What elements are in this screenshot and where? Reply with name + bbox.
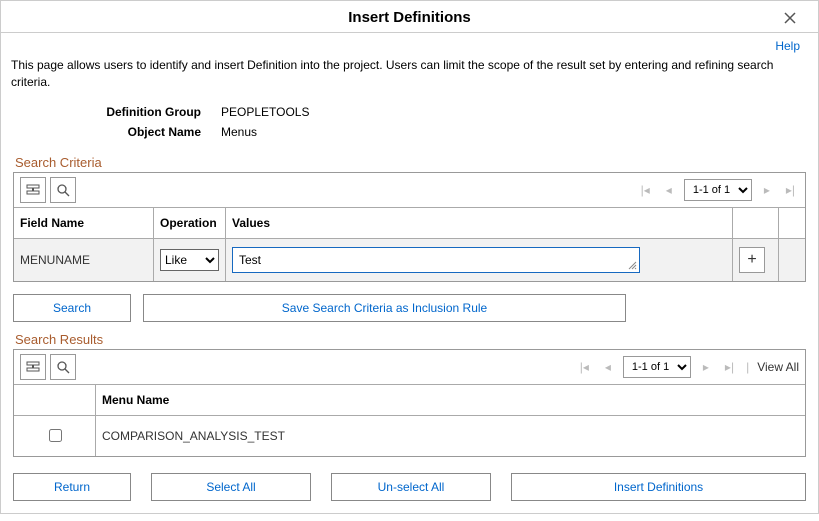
search-results-grid: |◂ ◂ 1-1 of 1 ▸ ▸| | View All Menu Name … [13, 349, 806, 457]
return-button[interactable]: Return [13, 473, 131, 501]
result-row-checkbox[interactable] [49, 429, 62, 442]
divider: | [746, 360, 749, 374]
results-row: COMPARISON_ANALYSIS_TEST [14, 416, 805, 456]
prev-page-icon[interactable]: ◂ [662, 183, 676, 197]
search-criteria-title: Search Criteria [1, 145, 818, 172]
definition-group-label: Definition Group [1, 105, 221, 119]
definition-group-value: PEOPLETOOLS [221, 105, 309, 119]
results-toolbar: |◂ ◂ 1-1 of 1 ▸ ▸| | View All [14, 350, 805, 385]
help-link[interactable]: Help [775, 39, 800, 53]
last-page-icon[interactable]: ▸| [721, 360, 738, 374]
criteria-field-name: MENUNAME [14, 239, 154, 281]
results-header-row: Menu Name [14, 385, 805, 416]
page-description: This page allows users to identify and i… [1, 55, 818, 105]
object-name-value: Menus [221, 125, 257, 139]
criteria-header-add [733, 208, 779, 238]
add-row-button[interactable]: + [739, 247, 765, 273]
object-name-label: Object Name [1, 125, 221, 139]
last-page-icon[interactable]: ▸| [782, 183, 799, 197]
values-input[interactable] [232, 247, 640, 273]
modal-header: Insert Definitions [1, 1, 818, 33]
next-page-icon[interactable]: ▸ [699, 360, 713, 374]
first-page-icon[interactable]: |◂ [637, 183, 654, 197]
select-all-button[interactable]: Select All [151, 473, 311, 501]
find-icon[interactable] [50, 354, 76, 380]
insert-definitions-button[interactable]: Insert Definitions [511, 473, 806, 501]
search-criteria-grid: |◂ ◂ 1-1 of 1 ▸ ▸| Field Name Operation … [13, 172, 806, 282]
object-name-row: Object Name Menus [1, 125, 818, 139]
next-page-icon[interactable]: ▸ [760, 183, 774, 197]
criteria-header-operation: Operation [154, 208, 226, 238]
criteria-header-field: Field Name [14, 208, 154, 238]
insert-definitions-modal: Insert Definitions Help This page allows… [0, 0, 819, 514]
find-icon[interactable] [50, 177, 76, 203]
close-icon[interactable] [784, 11, 796, 27]
unselect-all-button[interactable]: Un-select All [331, 473, 491, 501]
first-page-icon[interactable]: |◂ [576, 360, 593, 374]
criteria-header-row: Field Name Operation Values [14, 208, 805, 239]
criteria-row: MENUNAME Like + [14, 239, 805, 281]
operation-select[interactable]: Like [160, 249, 219, 271]
criteria-header-values: Values [226, 208, 733, 238]
personalize-icon[interactable] [20, 354, 46, 380]
help-row: Help [1, 33, 818, 55]
criteria-toolbar: |◂ ◂ 1-1 of 1 ▸ ▸| [14, 173, 805, 208]
modal-title: Insert Definitions [348, 9, 471, 26]
search-button[interactable]: Search [13, 294, 131, 322]
results-header-menu-name: Menu Name [96, 385, 805, 415]
result-menu-name: COMPARISON_ANALYSIS_TEST [96, 416, 805, 456]
definition-group-row: Definition Group PEOPLETOOLS [1, 105, 818, 119]
criteria-header-blank [779, 208, 805, 238]
save-search-rule-button[interactable]: Save Search Criteria as Inclusion Rule [143, 294, 626, 322]
criteria-count-select[interactable]: 1-1 of 1 [684, 179, 752, 201]
prev-page-icon[interactable]: ◂ [601, 360, 615, 374]
results-header-select [14, 385, 96, 415]
view-all-link[interactable]: View All [757, 360, 799, 374]
results-count-select[interactable]: 1-1 of 1 [623, 356, 691, 378]
personalize-icon[interactable] [20, 177, 46, 203]
criteria-blank-cell [779, 239, 805, 281]
search-results-title: Search Results [1, 322, 818, 349]
